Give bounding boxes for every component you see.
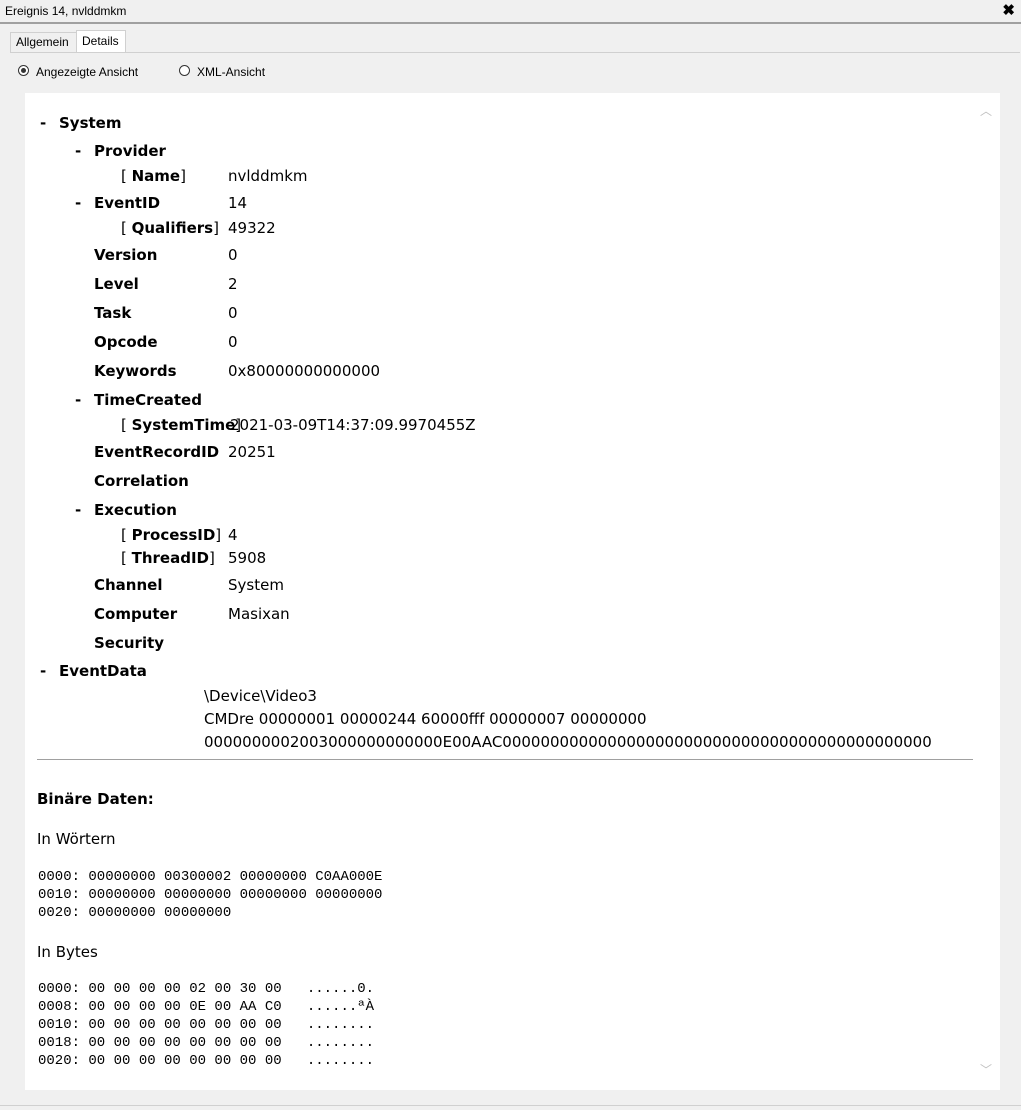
node-keywords: Keywords	[94, 362, 177, 380]
scroll-up-icon[interactable]: ︿	[980, 102, 992, 119]
tab-details[interactable]: Details	[76, 30, 126, 53]
attr-name-key: Name	[131, 167, 181, 185]
value-threadid: 5908	[228, 549, 267, 567]
bytes-line: 0000: 00 00 00 00 02 00 30 00 ......0.	[38, 981, 375, 997]
attr-systemtime-key: SystemTime	[131, 416, 236, 434]
radio-xml-view-label: XML-Ansicht	[197, 65, 266, 79]
eventdata-line: 0000000002003000000000000E00AAC000000000…	[204, 733, 932, 751]
node-task: Task	[94, 304, 132, 322]
bytes-line: 0020: 00 00 00 00 00 00 00 00 ........	[38, 1053, 375, 1069]
bytes-line: 0018: 00 00 00 00 00 00 00 00 ........	[38, 1035, 375, 1051]
value-systemtime: 2021-03-09T14:37:09.9970455Z	[230, 416, 476, 434]
node-computer: Computer	[94, 605, 178, 623]
node-execution: Execution	[94, 501, 177, 519]
node-security: Security	[94, 634, 165, 652]
value-version: 0	[228, 246, 238, 264]
tab-allgemein[interactable]: Allgemein	[10, 32, 83, 52]
value-channel: System	[228, 576, 284, 594]
words-label: In Wörtern	[37, 830, 116, 848]
node-eventrecordid: EventRecordID	[94, 443, 220, 461]
eventdata-line: \Device\Video3	[204, 687, 317, 705]
details-panel[interactable]: ︿ ﹀ - System - Provider [ Name] nvlddmkm…	[25, 93, 1000, 1090]
toggle-timecreated[interactable]: -	[75, 391, 81, 409]
words-line: 0000: 00000000 00300002 00000000 C0AA000…	[38, 869, 383, 885]
attr-threadid: [ ThreadID]	[121, 549, 215, 567]
title-bar: Ereignis 14, nvlddmkm ✖	[0, 0, 1021, 24]
radio-selected-icon	[18, 65, 29, 76]
attr-threadid-key: ThreadID	[131, 549, 209, 567]
attr-systemtime: [ SystemTime]	[121, 416, 242, 434]
bytes-label: In Bytes	[37, 943, 98, 961]
node-timecreated: TimeCreated	[94, 391, 202, 409]
binary-heading: Binäre Daten:	[37, 790, 154, 808]
scroll-down-icon[interactable]: ﹀	[980, 1061, 992, 1078]
value-eventrecordid: 20251	[228, 443, 276, 461]
node-provider: Provider	[94, 142, 166, 160]
node-system: System	[59, 114, 122, 132]
value-qualifiers: 49322	[228, 219, 276, 237]
words-line: 0020: 00000000 00000000	[38, 905, 232, 921]
section-divider	[37, 759, 973, 760]
close-icon[interactable]: ✖	[1002, 1, 1015, 19]
node-level: Level	[94, 275, 139, 293]
tab-divider	[10, 52, 1020, 53]
attr-name: [ Name]	[121, 167, 186, 185]
value-computer: Masixan	[228, 605, 290, 623]
node-version: Version	[94, 246, 158, 264]
radio-friendly-view-label: Angezeigte Ansicht	[36, 65, 139, 79]
dialog-bottom-edge	[0, 1105, 1021, 1106]
node-channel: Channel	[94, 576, 163, 594]
attr-processid-key: ProcessID	[131, 526, 216, 544]
radio-unselected-icon	[179, 65, 190, 76]
bytes-line: 0008: 00 00 00 00 0E 00 AA C0 ......ªÀ	[38, 999, 375, 1015]
value-opcode: 0	[228, 333, 238, 351]
attr-processid: [ ProcessID]	[121, 526, 222, 544]
node-opcode: Opcode	[94, 333, 158, 351]
value-task: 0	[228, 304, 238, 322]
words-line: 0010: 00000000 00000000 00000000 0000000…	[38, 887, 383, 903]
value-level: 2	[228, 275, 238, 293]
toggle-provider[interactable]: -	[75, 142, 81, 160]
value-eventid: 14	[228, 194, 248, 212]
value-processid: 4	[228, 526, 238, 544]
node-eventid: EventID	[94, 194, 161, 212]
toggle-eventid[interactable]: -	[75, 194, 81, 212]
bytes-line: 0010: 00 00 00 00 00 00 00 00 ........	[38, 1017, 375, 1033]
toggle-eventdata[interactable]: -	[40, 662, 46, 680]
attr-qualifiers: [ Qualifiers]	[121, 219, 219, 237]
node-correlation: Correlation	[94, 472, 189, 490]
value-name: nvlddmkm	[228, 167, 308, 185]
attr-qualifiers-key: Qualifiers	[131, 219, 214, 237]
toggle-system[interactable]: -	[40, 114, 46, 132]
eventdata-line: CMDre 00000001 00000244 60000fff 0000000…	[204, 710, 647, 728]
toggle-execution[interactable]: -	[75, 501, 81, 519]
value-keywords: 0x80000000000000	[228, 362, 381, 380]
node-eventdata: EventData	[59, 662, 147, 680]
window-title: Ereignis 14, nvlddmkm	[5, 4, 127, 18]
